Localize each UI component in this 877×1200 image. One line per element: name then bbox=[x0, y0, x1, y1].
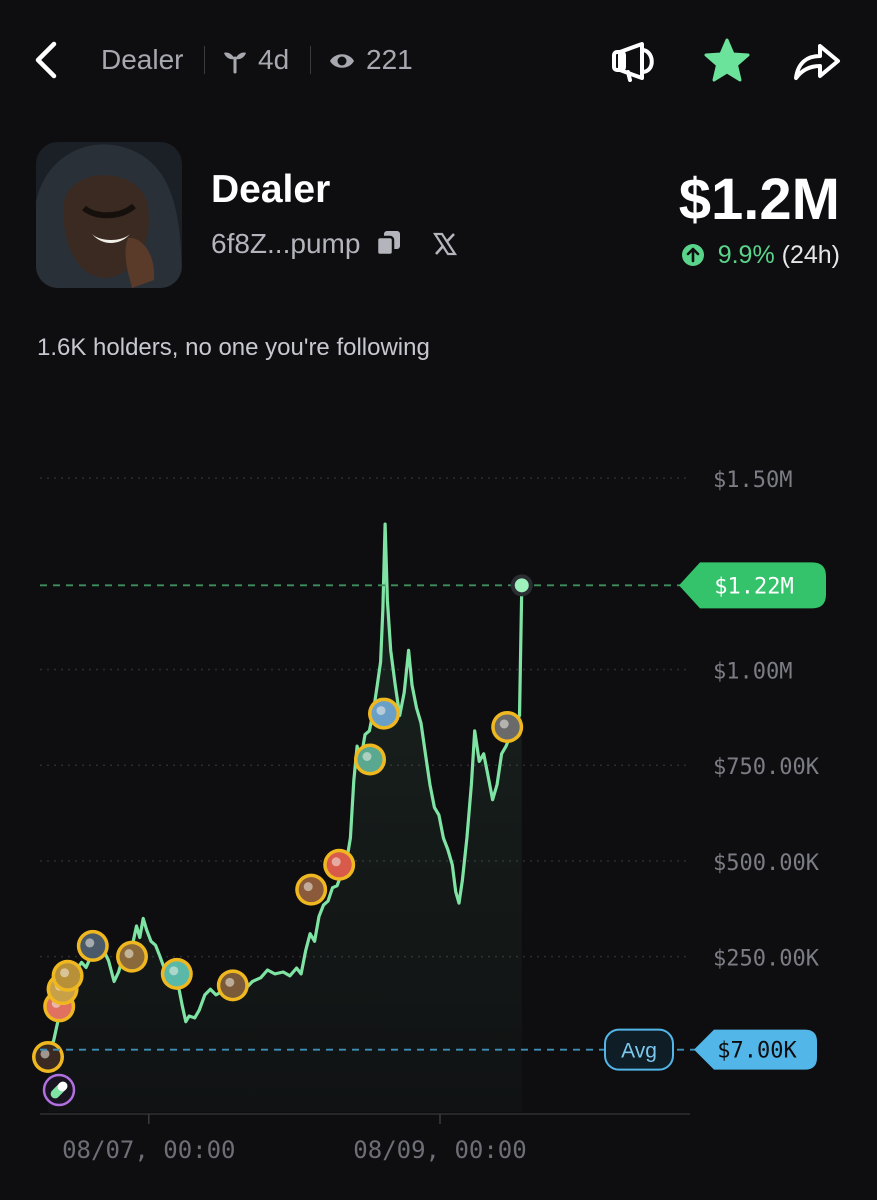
trader-avatar-detail bbox=[40, 1049, 50, 1059]
y-tick-label: $1.00M bbox=[713, 660, 792, 685]
trader-avatar-detail bbox=[124, 949, 134, 959]
sprout-icon bbox=[224, 52, 246, 74]
token-age: 4d bbox=[258, 44, 290, 75]
x-tick-label: 08/09, 00:00 bbox=[353, 1136, 526, 1164]
divider bbox=[310, 46, 311, 74]
trader-avatar-detail bbox=[362, 752, 372, 761]
trader-avatar-detail bbox=[331, 857, 341, 867]
trader-marker[interactable] bbox=[216, 969, 249, 1002]
trader-marker[interactable] bbox=[368, 697, 400, 730]
trader-marker[interactable] bbox=[323, 848, 356, 881]
avg-badge-label: Avg bbox=[621, 1040, 657, 1063]
change-period: (24h) bbox=[781, 241, 840, 269]
trader-avatar-detail bbox=[169, 966, 179, 976]
star-icon[interactable] bbox=[700, 36, 754, 86]
top-bar: Dealer 4d 221 bbox=[0, 0, 877, 120]
token-name: Dealer bbox=[211, 168, 331, 211]
trader-avatar-detail bbox=[499, 719, 509, 729]
header-title: Dealer bbox=[101, 44, 184, 75]
y-tick-label: $250.00K bbox=[713, 947, 820, 972]
y-tick-label: $500.00K bbox=[713, 851, 820, 876]
trader-marker[interactable] bbox=[160, 957, 193, 990]
price-chart[interactable]: $1.22M $7.00K Avg $1.50M $1.00M $750.00K $500… bbox=[0, 380, 877, 1180]
view-count: 221 bbox=[366, 44, 413, 75]
trader-marker[interactable] bbox=[76, 929, 109, 962]
megaphone-icon[interactable] bbox=[608, 36, 662, 86]
trader-marker[interactable] bbox=[491, 710, 524, 743]
current-point bbox=[514, 578, 529, 593]
avatar bbox=[36, 142, 182, 288]
y-tick-label: $750.00K bbox=[713, 755, 820, 780]
share-icon[interactable] bbox=[790, 36, 844, 86]
eye-icon bbox=[330, 54, 354, 68]
trader-avatar-detail bbox=[85, 938, 95, 948]
trader-marker[interactable] bbox=[116, 940, 148, 973]
trader-marker[interactable] bbox=[32, 1040, 64, 1073]
avg-price-label: $7.00K bbox=[717, 1039, 797, 1064]
trader-avatar-detail bbox=[60, 968, 70, 978]
address-text: 6f8Z...pump bbox=[211, 228, 361, 259]
series-area bbox=[48, 524, 522, 1112]
pill-icon bbox=[42, 1073, 76, 1107]
copy-icon[interactable] bbox=[374, 229, 404, 257]
trader-marker[interactable] bbox=[51, 959, 84, 992]
trader-avatar-detail bbox=[376, 706, 386, 716]
y-tick-label: $1.50M bbox=[713, 468, 792, 493]
market-cap: $1.2M bbox=[678, 167, 840, 232]
trader-avatar-detail bbox=[225, 977, 235, 987]
trader-marker[interactable] bbox=[295, 873, 328, 906]
trader-marker[interactable] bbox=[354, 743, 386, 776]
change-percent: 9.9% bbox=[717, 241, 775, 269]
x-logo-icon[interactable] bbox=[432, 231, 458, 257]
x-tick-label: 08/07, 00:00 bbox=[62, 1136, 235, 1164]
holders-info: 1.6K holders, no one you're following bbox=[37, 334, 430, 361]
token-address[interactable]: 6f8Z...pump bbox=[211, 228, 458, 260]
price-change: 9.9% (24h) bbox=[681, 241, 840, 270]
arrow-up-circle-icon bbox=[681, 244, 704, 266]
trader-avatar-detail bbox=[303, 882, 313, 892]
back-arrow-icon[interactable] bbox=[28, 38, 68, 82]
current-price-label: $1.22M bbox=[714, 574, 793, 599]
divider bbox=[204, 46, 205, 74]
